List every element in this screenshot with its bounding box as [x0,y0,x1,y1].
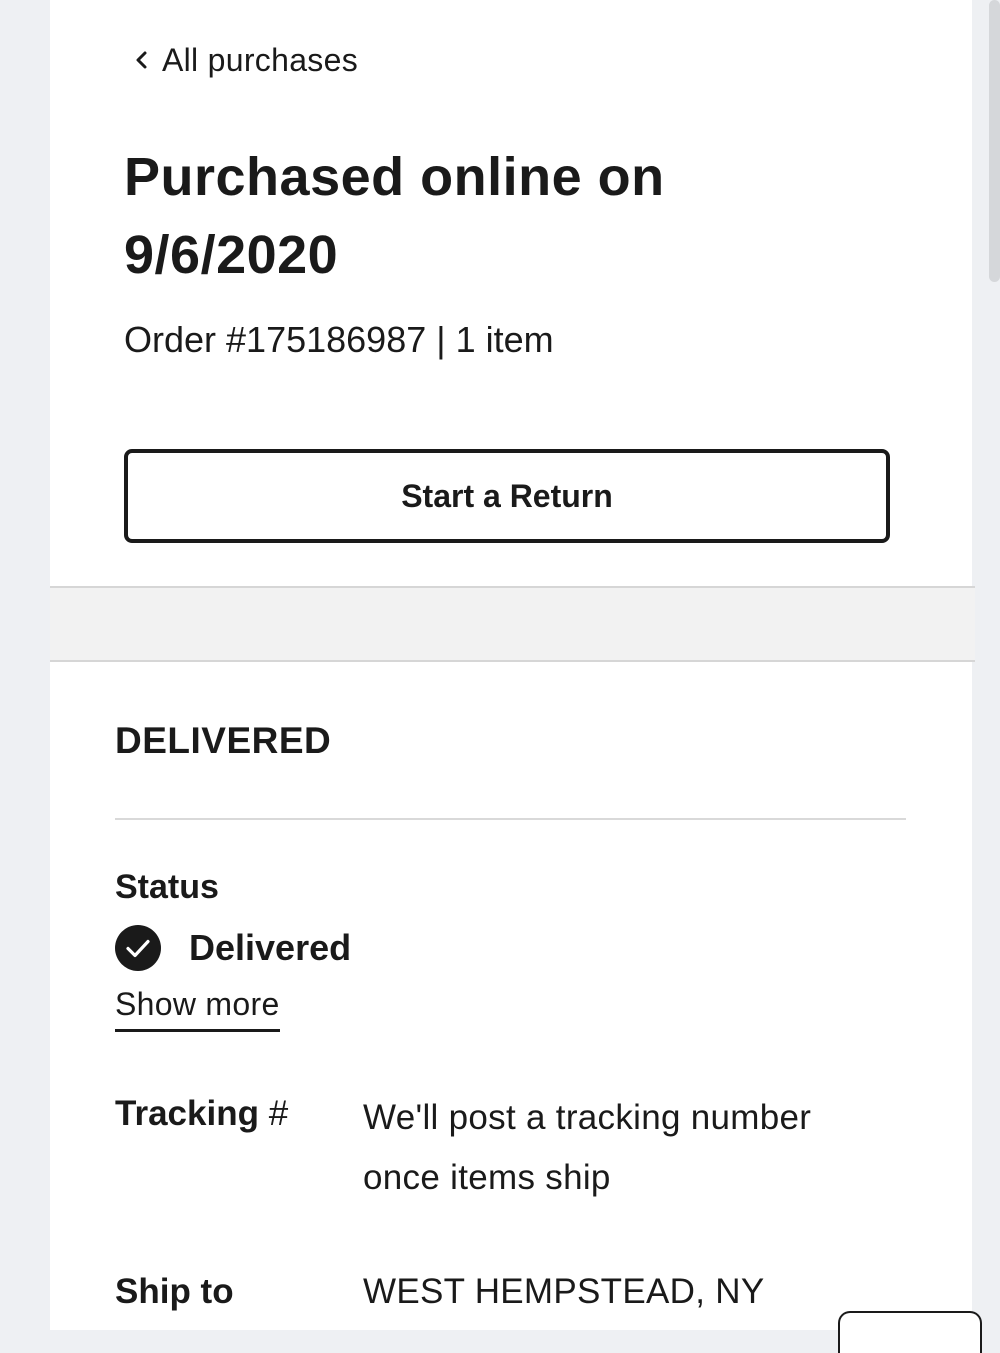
page-title: Purchased online on 9/6/2020 [124,147,665,285]
ship-to-label: Ship to [115,1272,234,1311]
floating-action-button[interactable] [838,1311,982,1353]
status-row: Delivered [115,922,351,974]
status-label: Status [115,868,219,906]
section-divider [50,586,975,662]
scrollbar-thumb[interactable] [989,0,1000,282]
status-value: Delivered [189,927,352,968]
shipment-status-heading: DELIVERED [115,720,332,761]
back-to-all-purchases-link[interactable]: All purchases [130,38,358,82]
tracking-value: We'll post a tracking number once items … [363,1098,812,1197]
start-return-button[interactable]: Start a Return [124,449,890,543]
check-circle-icon [115,925,161,971]
tracking-label: Tracking # [115,1094,288,1134]
tracking-hash: # [268,1094,289,1133]
chevron-left-icon [136,51,147,69]
show-more-link[interactable]: Show more [115,986,280,1032]
order-summary: Order #175186987 | 1 item [124,319,554,360]
tracking-label-text: Tracking [115,1094,259,1133]
ship-to-value: WEST HEMPSTEAD, NY [363,1272,765,1311]
back-link-label: All purchases [162,41,358,78]
heading-divider [115,818,906,820]
